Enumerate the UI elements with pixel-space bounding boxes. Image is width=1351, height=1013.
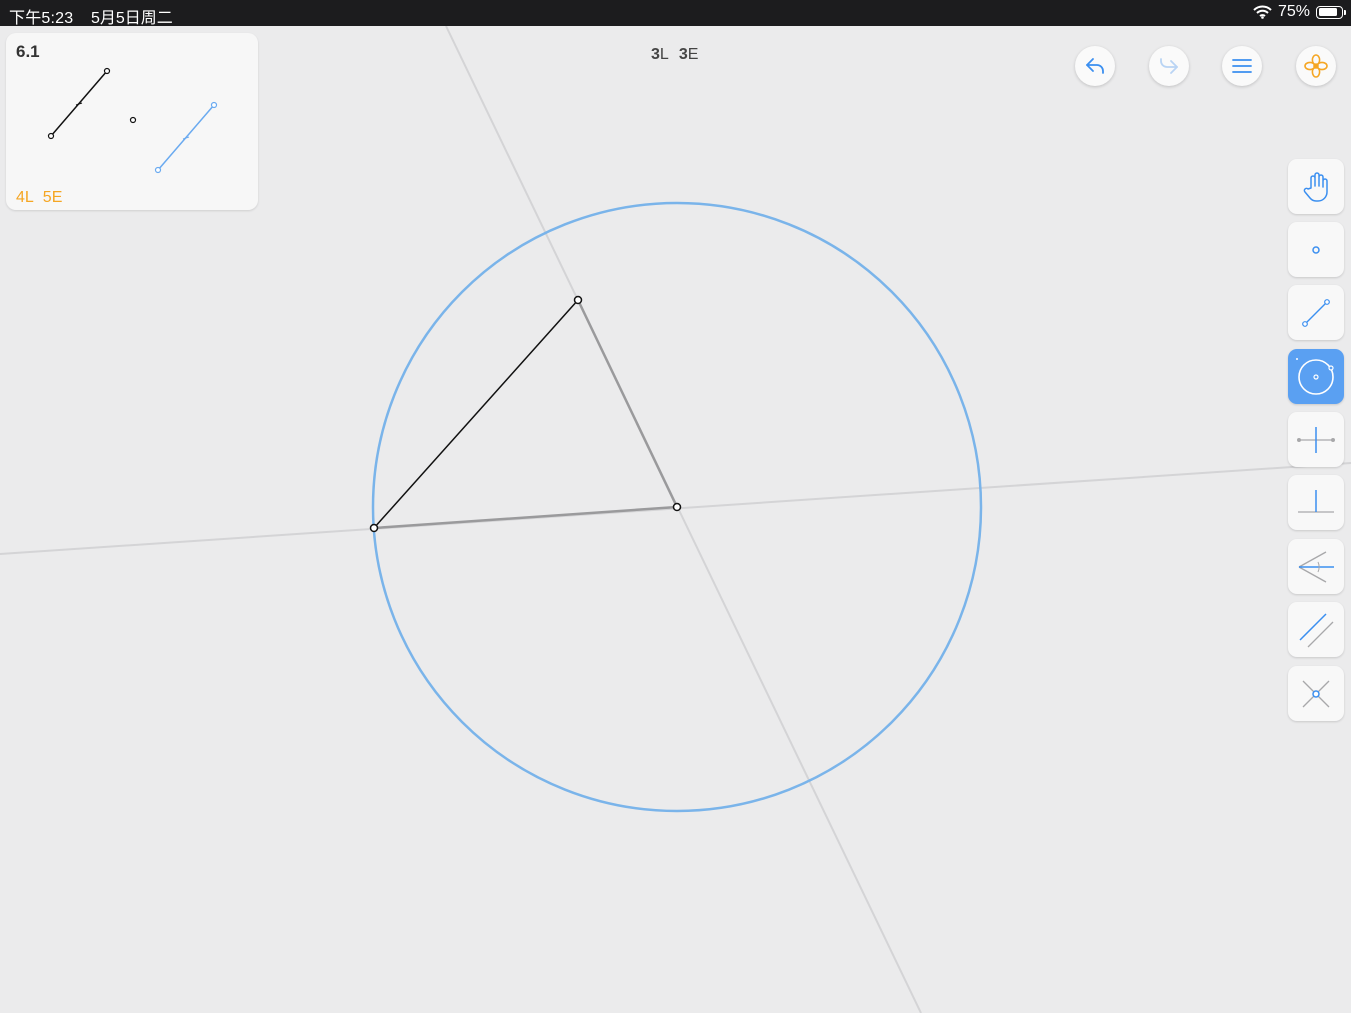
segment-black[interactable] (373, 299, 579, 529)
status-time: 下午5:23 (9, 10, 74, 27)
level-number: 6.1 (16, 42, 40, 61)
level-goal-card[interactable]: 6.1 4L 5E (6, 33, 258, 210)
segment-gray-1[interactable] (576, 299, 679, 508)
hint-button[interactable] (1296, 46, 1336, 86)
goal-l-count: 4L (16, 189, 34, 206)
undo-button[interactable] (1075, 46, 1115, 86)
redo-icon (1160, 58, 1178, 74)
line-tool[interactable] (1288, 285, 1344, 340)
status-right: 75% (1253, 3, 1346, 21)
perpendicular-tool[interactable] (1288, 475, 1344, 530)
point-center[interactable] (672, 502, 682, 512)
circle-tool[interactable] (1288, 349, 1344, 404)
intersection-tool[interactable] (1288, 666, 1344, 721)
hand-icon (1303, 171, 1328, 202)
menu-button[interactable] (1222, 46, 1262, 86)
hand-tool[interactable] (1288, 159, 1344, 214)
status-bar: 下午5:23 5月5日周二 75% (0, 0, 1351, 27)
level-goal: 4L 5E (16, 189, 62, 207)
circle-icon (1296, 357, 1334, 395)
goal-preview-diagram (47, 67, 218, 174)
battery-percentage: 75% (1277, 3, 1310, 20)
point-tool[interactable] (1288, 222, 1344, 277)
intersection-icon (1302, 680, 1330, 707)
undo-icon (1086, 58, 1104, 74)
score-l: 3L (651, 46, 669, 63)
perpendicular-bisector-icon (1297, 426, 1335, 453)
status-date: 5月5日周二 (91, 10, 173, 27)
move-counter: 3L 3E (651, 46, 698, 64)
hint-flower-icon (1304, 54, 1328, 78)
menu-icon (1232, 59, 1252, 73)
point-b[interactable] (573, 295, 583, 305)
battery-icon (1316, 5, 1346, 19)
line-icon (1302, 298, 1330, 327)
perpendicular-icon (1298, 489, 1334, 513)
segment-gray-2[interactable] (373, 505, 678, 530)
parallel-tool[interactable] (1288, 602, 1344, 657)
perpendicular-bisector-tool[interactable] (1288, 412, 1344, 467)
goal-e-count: 5E (42, 189, 63, 206)
angle-bisector-icon (1298, 550, 1334, 583)
parallel-icon (1299, 612, 1334, 647)
score-e: 3E (678, 46, 699, 63)
redo-button[interactable] (1149, 46, 1189, 86)
point-a[interactable] (369, 523, 379, 533)
wifi-icon (1253, 5, 1272, 19)
angle-bisector-tool[interactable] (1288, 539, 1344, 594)
point-icon (1312, 245, 1320, 254)
